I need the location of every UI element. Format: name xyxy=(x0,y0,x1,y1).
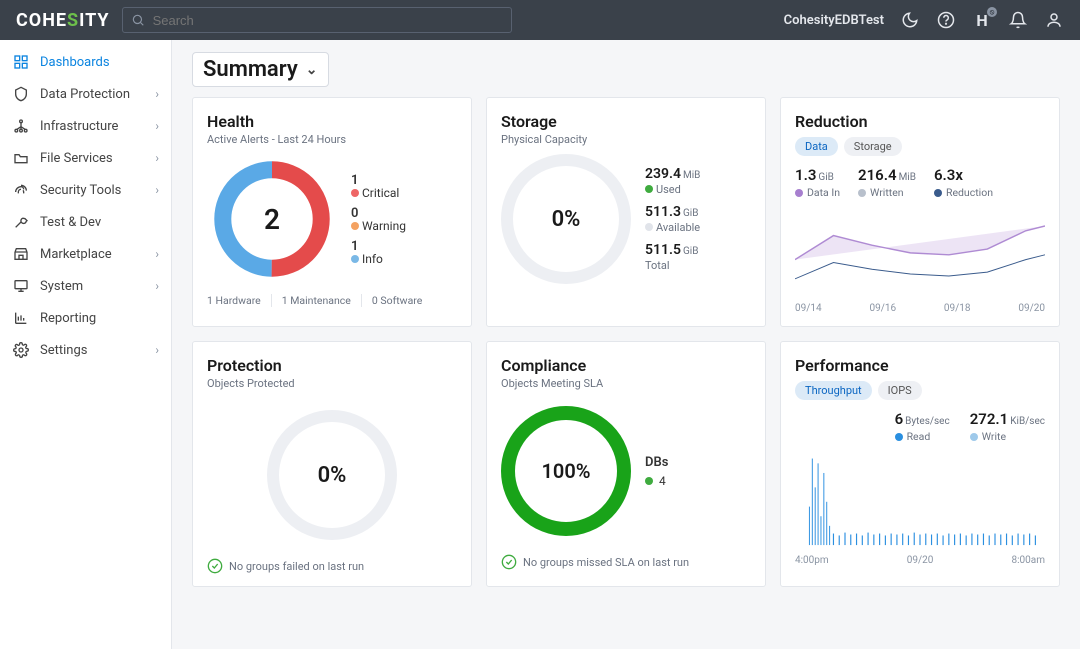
helios-icon[interactable]: H⦸ xyxy=(972,10,992,30)
chevron-right-icon: › xyxy=(155,151,159,165)
dark-mode-icon[interactable] xyxy=(900,10,920,30)
fingerprint-icon xyxy=(12,181,30,199)
health-legend: 1 Critical0 Warning1 Info xyxy=(351,167,406,272)
card-subtitle: Physical Capacity xyxy=(501,133,751,146)
search-box[interactable] xyxy=(122,7,512,33)
top-bar: COHESITY CohesityEDBTest H⦸ xyxy=(0,0,1080,40)
protection-card[interactable]: Protection Objects Protected 0% No group… xyxy=(192,341,472,587)
nav-item-system[interactable]: System› xyxy=(0,270,171,302)
card-title: Reduction xyxy=(795,112,1045,131)
compliance-card[interactable]: Compliance Objects Meeting SLA 100% DBs … xyxy=(486,341,766,587)
reduction-card[interactable]: Reduction Data Storage 1.3GiBData In216.4… xyxy=(780,97,1060,327)
card-title: Compliance xyxy=(501,356,751,375)
nav-item-file-services[interactable]: File Services› xyxy=(0,142,171,174)
chevron-right-icon: › xyxy=(155,119,159,133)
chevron-right-icon: › xyxy=(155,247,159,261)
health-card[interactable]: Health Active Alerts - Last 24 Hours 2 1… xyxy=(192,97,472,327)
card-subtitle: Active Alerts - Last 24 Hours xyxy=(207,133,457,146)
pill-iops[interactable]: IOPS xyxy=(878,381,922,400)
chevron-right-icon: › xyxy=(155,183,159,197)
dashboard-icon xyxy=(12,53,30,71)
performance-chart xyxy=(795,447,1045,547)
card-title: Storage xyxy=(501,112,751,131)
top-right: CohesityEDBTest H⦸ xyxy=(784,10,1064,30)
card-subtitle: Objects Meeting SLA xyxy=(501,377,751,390)
nav-item-reporting[interactable]: Reporting xyxy=(0,302,171,334)
nav-item-infrastructure[interactable]: Infrastructure› xyxy=(0,110,171,142)
gear-icon xyxy=(12,341,30,359)
nav-item-marketplace[interactable]: Marketplace› xyxy=(0,238,171,270)
storage-card[interactable]: Storage Physical Capacity 0% 239.4MiB Us… xyxy=(486,97,766,327)
pill-storage[interactable]: Storage xyxy=(844,137,902,156)
nav-item-test-dev[interactable]: Test & Dev xyxy=(0,206,171,238)
check-circle-icon xyxy=(501,554,517,570)
card-title: Health xyxy=(207,112,457,131)
compliance-legend: DBs 4 xyxy=(645,449,668,494)
infra-icon xyxy=(12,117,30,135)
cluster-name[interactable]: CohesityEDBTest xyxy=(784,13,884,28)
shield-icon xyxy=(12,85,30,103)
check-circle-icon xyxy=(207,558,223,574)
system-icon xyxy=(12,277,30,295)
performance-pills: Throughput IOPS xyxy=(795,381,1045,400)
reduction-chart xyxy=(795,205,1045,295)
chevron-right-icon: › xyxy=(155,343,159,357)
health-donut: 2 xyxy=(207,154,337,284)
compliance-ring: 100% xyxy=(501,406,631,536)
chart-icon xyxy=(12,309,30,327)
health-footer: 1 Hardware1 Maintenance0 Software xyxy=(207,294,457,307)
chevron-right-icon: › xyxy=(155,87,159,101)
nav-item-settings[interactable]: Settings› xyxy=(0,334,171,366)
store-icon xyxy=(12,245,30,263)
nav-item-data-protection[interactable]: Data Protection› xyxy=(0,78,171,110)
logo: COHESITY xyxy=(16,10,110,31)
storage-legend: 239.4MiB Used511.3GiB Available511.5GiBT… xyxy=(645,158,700,280)
performance-stats: 6Bytes/secRead272.1KiB/secWrite xyxy=(795,410,1045,443)
chevron-down-icon: ⌄ xyxy=(306,62,318,78)
reduction-stats: 1.3GiBData In216.4MiBWritten6.3xReductio… xyxy=(795,166,1045,199)
pill-data[interactable]: Data xyxy=(795,137,838,156)
user-icon[interactable] xyxy=(1044,10,1064,30)
reduction-pills: Data Storage xyxy=(795,137,1045,156)
help-icon[interactable] xyxy=(936,10,956,30)
compliance-status: No groups missed SLA on last run xyxy=(501,554,751,570)
sidebar: DashboardsData Protection›Infrastructure… xyxy=(0,40,172,649)
nav-item-security-tools[interactable]: Security Tools› xyxy=(0,174,171,206)
search-icon xyxy=(131,13,145,27)
performance-card[interactable]: Performance Throughput IOPS 6Bytes/secRea… xyxy=(780,341,1060,587)
protection-ring: 0% xyxy=(267,410,397,540)
nav-item-dashboards[interactable]: Dashboards xyxy=(0,46,171,78)
protection-status: No groups failed on last run xyxy=(207,558,457,574)
page-title-dropdown[interactable]: Summary ⌄ xyxy=(192,52,329,87)
card-title: Protection xyxy=(207,356,457,375)
storage-donut: 0% xyxy=(501,154,631,284)
wrench-icon xyxy=(12,213,30,231)
main-content: Summary ⌄ Health Active Alerts - Last 24… xyxy=(172,40,1080,649)
pill-throughput[interactable]: Throughput xyxy=(795,381,872,400)
folder-icon xyxy=(12,149,30,167)
bell-icon[interactable] xyxy=(1008,10,1028,30)
chevron-right-icon: › xyxy=(155,279,159,293)
card-title: Performance xyxy=(795,356,1045,375)
card-subtitle: Objects Protected xyxy=(207,377,457,390)
search-input[interactable] xyxy=(153,13,503,28)
